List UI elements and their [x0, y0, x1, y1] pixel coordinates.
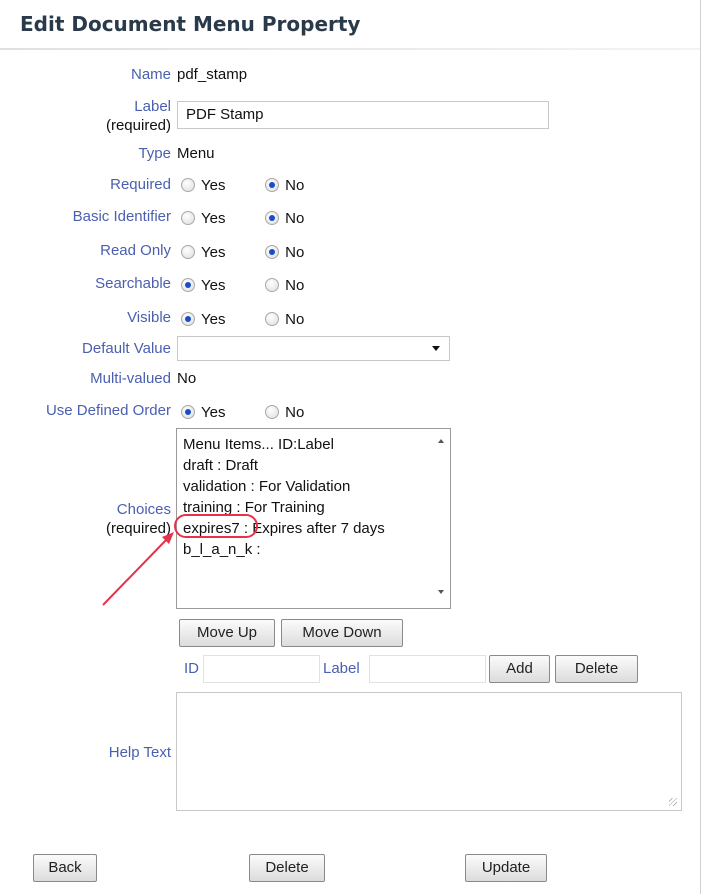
help-text-label: Help Text	[108, 744, 171, 761]
resize-handle-icon[interactable]	[669, 798, 677, 806]
move-down-button[interactable]: Move Down	[281, 619, 403, 647]
move-up-button[interactable]: Move Up	[179, 619, 275, 647]
add-button[interactable]: Add	[489, 655, 550, 683]
id-input[interactable]	[203, 655, 320, 683]
help-text-input[interactable]	[176, 692, 682, 811]
update-button[interactable]: Update	[465, 854, 547, 882]
label-field-input[interactable]	[369, 655, 486, 683]
back-button[interactable]: Back	[33, 854, 97, 882]
label-field-label: Label	[323, 660, 360, 677]
delete-choice-button[interactable]: Delete	[555, 655, 638, 683]
id-label: ID	[184, 660, 199, 677]
delete-button[interactable]: Delete	[249, 854, 325, 882]
